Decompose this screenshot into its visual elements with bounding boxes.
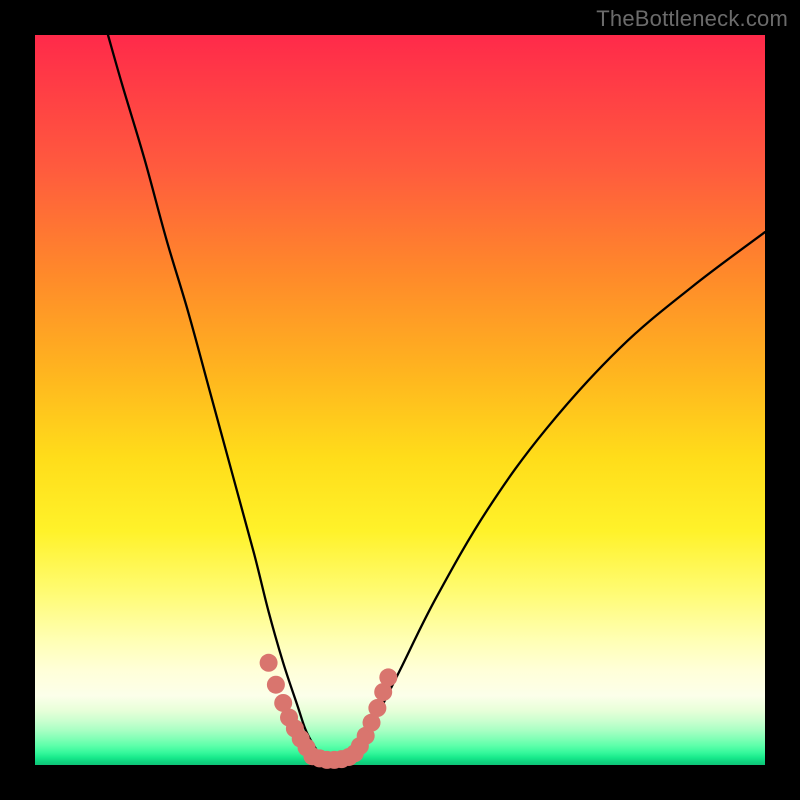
curve-marker xyxy=(267,676,285,694)
bottleneck-curve xyxy=(108,35,765,762)
watermark-text: TheBottleneck.com xyxy=(596,6,788,32)
plot-area xyxy=(35,35,765,765)
marker-group xyxy=(260,654,398,769)
chart-frame: TheBottleneck.com xyxy=(0,0,800,800)
curve-marker xyxy=(260,654,278,672)
curve-layer xyxy=(35,35,765,765)
curve-marker xyxy=(368,699,386,717)
curve-marker xyxy=(379,668,397,686)
